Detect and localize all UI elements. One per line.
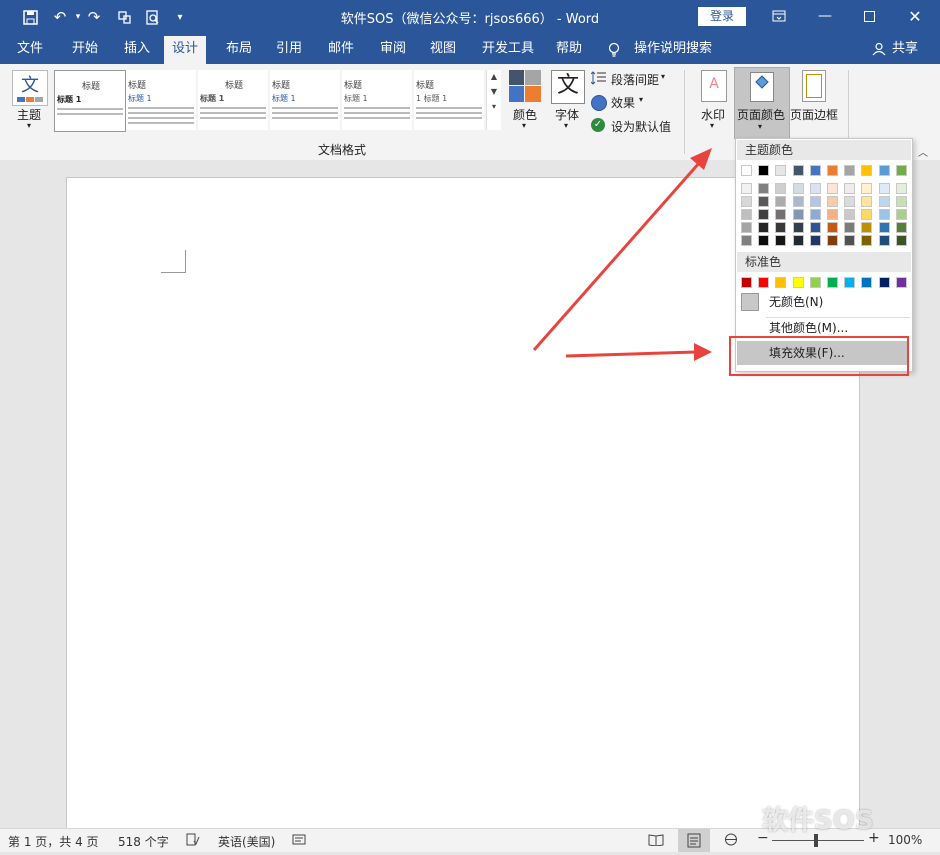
theme-color-swatch[interactable] [879, 165, 890, 176]
theme-shade-swatch[interactable] [827, 209, 838, 220]
highlight-box [729, 336, 909, 376]
standard-color-swatch[interactable] [896, 277, 907, 288]
theme-shade-swatch[interactable] [844, 183, 855, 194]
macro-record-icon[interactable] [292, 833, 306, 849]
standard-color-swatch[interactable] [827, 277, 838, 288]
theme-shade-swatch[interactable] [896, 222, 907, 233]
theme-shade-swatch[interactable] [775, 196, 786, 207]
proofing-icon[interactable] [186, 833, 200, 849]
standard-color-swatch[interactable] [741, 277, 752, 288]
theme-shade-swatch[interactable] [896, 235, 907, 246]
no-color-swatch-icon [741, 293, 759, 311]
page-count[interactable]: 第 1 页，共 4 页 [8, 833, 99, 850]
theme-shade-swatch[interactable] [861, 222, 872, 233]
theme-shade-swatch[interactable] [810, 183, 821, 194]
theme-colors-header: 主题颜色 [737, 140, 911, 160]
theme-shade-swatch[interactable] [793, 235, 804, 246]
theme-color-swatch[interactable] [861, 165, 872, 176]
theme-shade-swatch[interactable] [879, 196, 890, 207]
theme-shade-swatch[interactable] [827, 222, 838, 233]
theme-color-swatch[interactable] [896, 165, 907, 176]
site-watermark: 软件SOS [762, 806, 874, 836]
theme-shade-swatch[interactable] [844, 196, 855, 207]
theme-shade-swatch[interactable] [793, 222, 804, 233]
theme-shade-swatch[interactable] [879, 222, 890, 233]
theme-shade-swatch[interactable] [861, 183, 872, 194]
standard-color-swatch[interactable] [844, 277, 855, 288]
theme-color-swatch[interactable] [758, 165, 769, 176]
standard-colors-header: 标准色 [737, 252, 911, 272]
theme-shade-swatch[interactable] [810, 222, 821, 233]
word-count[interactable]: 518 个字 [118, 833, 169, 850]
standard-color-swatch[interactable] [810, 277, 821, 288]
theme-shade-swatch[interactable] [741, 209, 752, 220]
theme-shade-swatch[interactable] [844, 209, 855, 220]
theme-shade-swatch[interactable] [879, 235, 890, 246]
theme-shade-swatch[interactable] [775, 235, 786, 246]
theme-shade-swatch[interactable] [827, 183, 838, 194]
no-color-item[interactable]: 无颜色(N) [737, 291, 911, 313]
theme-shade-swatch[interactable] [741, 222, 752, 233]
theme-shade-swatch[interactable] [758, 209, 769, 220]
theme-shade-swatch[interactable] [810, 235, 821, 246]
theme-shade-swatch[interactable] [741, 235, 752, 246]
theme-shade-swatch[interactable] [793, 183, 804, 194]
theme-shade-swatch[interactable] [896, 183, 907, 194]
theme-shade-swatch[interactable] [758, 196, 769, 207]
theme-shade-swatch[interactable] [896, 209, 907, 220]
theme-shade-swatch[interactable] [793, 196, 804, 207]
standard-color-swatch[interactable] [758, 277, 769, 288]
theme-shade-swatch[interactable] [758, 222, 769, 233]
theme-shade-swatch[interactable] [793, 209, 804, 220]
standard-color-swatch[interactable] [793, 277, 804, 288]
theme-shade-swatch[interactable] [861, 209, 872, 220]
theme-color-swatch[interactable] [793, 165, 804, 176]
theme-shade-swatch[interactable] [844, 235, 855, 246]
theme-shade-swatch[interactable] [861, 235, 872, 246]
theme-color-swatch[interactable] [844, 165, 855, 176]
theme-shade-swatch[interactable] [758, 183, 769, 194]
theme-shade-swatch[interactable] [810, 196, 821, 207]
standard-color-swatch[interactable] [861, 277, 872, 288]
theme-shade-swatch[interactable] [827, 235, 838, 246]
theme-shade-swatch[interactable] [844, 222, 855, 233]
standard-color-swatch[interactable] [879, 277, 890, 288]
theme-shade-swatch[interactable] [758, 235, 769, 246]
theme-shade-swatch[interactable] [827, 196, 838, 207]
theme-shade-swatch[interactable] [741, 183, 752, 194]
theme-shade-swatch[interactable] [879, 209, 890, 220]
theme-shade-swatch[interactable] [810, 209, 821, 220]
web-layout-icon[interactable] [724, 833, 738, 849]
language[interactable]: 英语(美国) [218, 833, 275, 850]
print-layout-icon[interactable] [678, 829, 710, 852]
zoom-slider[interactable] [772, 840, 864, 841]
read-mode-icon[interactable] [648, 833, 664, 849]
theme-shade-swatch[interactable] [775, 183, 786, 194]
theme-color-swatch[interactable] [810, 165, 821, 176]
theme-shade-swatch[interactable] [741, 196, 752, 207]
theme-shade-swatch[interactable] [861, 196, 872, 207]
theme-color-swatch[interactable] [775, 165, 786, 176]
theme-shade-swatch[interactable] [775, 222, 786, 233]
theme-shade-swatch[interactable] [879, 183, 890, 194]
standard-color-swatch[interactable] [775, 277, 786, 288]
theme-shade-swatch[interactable] [896, 196, 907, 207]
theme-color-swatch[interactable] [827, 165, 838, 176]
annotation-arrows [532, 148, 712, 361]
zoom-level[interactable]: 100% [888, 833, 922, 847]
theme-color-swatch[interactable] [741, 165, 752, 176]
theme-shade-swatch[interactable] [775, 209, 786, 220]
